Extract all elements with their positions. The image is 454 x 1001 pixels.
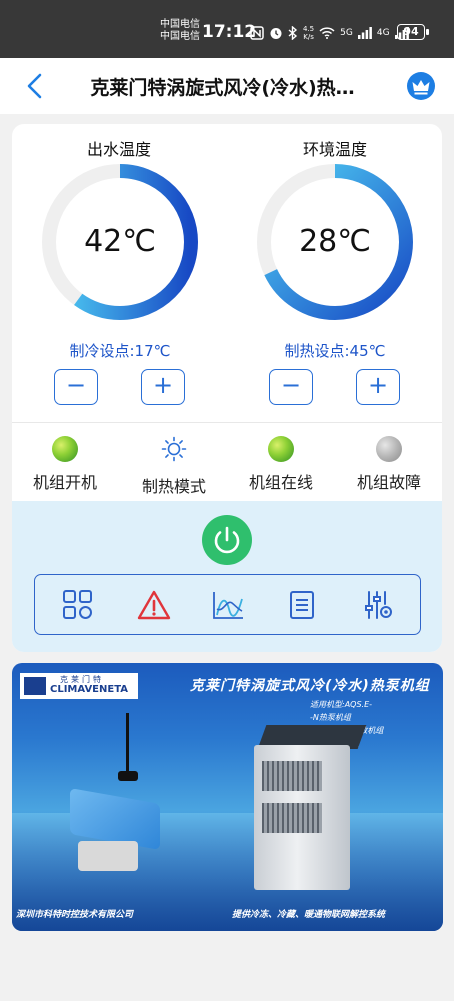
antenna-image bbox=[126, 713, 129, 775]
bluetooth-icon bbox=[288, 26, 298, 40]
antenna-base-image bbox=[118, 771, 138, 781]
back-chevron-left-icon[interactable] bbox=[24, 72, 46, 100]
banner-spec-line: 适用机型:AQS.E- bbox=[310, 700, 373, 709]
control-panel bbox=[12, 501, 442, 652]
power-icon bbox=[214, 526, 240, 554]
status-unit-online-label: 机组在线 bbox=[248, 473, 313, 492]
document-icon[interactable] bbox=[285, 589, 319, 621]
net-speed: 4.5 K/s bbox=[303, 25, 315, 41]
status-icons: 4.5 K/s 5G 4G bbox=[250, 22, 409, 44]
heat-pump-grille-image bbox=[262, 761, 322, 791]
heating-setpoint-minus-button[interactable]: − bbox=[269, 369, 313, 405]
grid-icon[interactable] bbox=[61, 589, 95, 621]
climaveneta-logo: 克莱门特 CLIMAVENETA bbox=[20, 673, 138, 699]
gateway-connector-image bbox=[78, 841, 138, 871]
status-unit-fault-label: 机组故障 bbox=[356, 473, 421, 492]
signal-1-label: 5G bbox=[340, 27, 353, 38]
nfc-icon bbox=[250, 26, 264, 40]
status-unit-online: 机组在线 bbox=[231, 432, 331, 493]
product-banner[interactable]: 克莱门特 CLIMAVENETA 克莱门特涡旋式风冷(冷水)热泵机组 适用机型:… bbox=[12, 663, 443, 931]
banner-spec-line: -N热泵机组 bbox=[310, 713, 351, 722]
heat-pump-grille-image bbox=[262, 803, 322, 833]
logo-mark-icon bbox=[24, 677, 46, 695]
settings-sliders-icon[interactable] bbox=[361, 589, 395, 621]
crown-icon bbox=[412, 80, 430, 95]
status-heating-mode-label: 制热模式 bbox=[141, 477, 206, 496]
cooling-setpoint-minus-button[interactable]: − bbox=[54, 369, 98, 405]
cooling-setpoint: 制冷设点:17℃ bbox=[69, 342, 171, 360]
status-unit-on: 机组开机 bbox=[15, 432, 115, 493]
gray-lamp-icon bbox=[376, 436, 402, 462]
heating-setpoint-plus-button[interactable]: + bbox=[356, 369, 400, 405]
device-card: 出水温度 42℃ 制冷设点:17℃ − + 环境温度 28℃ 制热设点:45℃ … bbox=[12, 124, 442, 652]
sun-icon bbox=[161, 436, 187, 462]
carrier-1: 中国电信 bbox=[160, 19, 200, 30]
carrier-2: 中国电信 bbox=[160, 31, 200, 42]
outlet-temp-value: 42℃ bbox=[84, 224, 156, 259]
clock: 17:12 bbox=[202, 22, 257, 42]
status-heating-mode: 制热模式 bbox=[124, 432, 224, 497]
status-bar: 中国电信 中国电信 17:12 4.5 K/s 5G 4G 94 bbox=[0, 0, 454, 58]
power-button[interactable] bbox=[202, 515, 252, 565]
vip-crown-button[interactable] bbox=[407, 72, 435, 100]
logo-en-text: CLIMAVENETA bbox=[50, 684, 128, 695]
banner-company-left: 深圳市科特时控技术有限公司 bbox=[16, 910, 134, 920]
function-toolbar bbox=[34, 574, 421, 635]
warning-icon[interactable] bbox=[137, 589, 171, 621]
status-unit-on-label: 机组开机 bbox=[32, 473, 97, 492]
ambient-temp-title: 环境温度 bbox=[302, 140, 367, 159]
banner-title: 克莱门特涡旋式风冷(冷水)热泵机组 bbox=[190, 678, 430, 694]
green-lamp-icon bbox=[268, 436, 294, 462]
wifi-icon bbox=[319, 27, 335, 39]
green-lamp-icon bbox=[52, 436, 78, 462]
outlet-temp-title: 出水温度 bbox=[86, 140, 151, 159]
carrier-labels: 中国电信 中国电信 bbox=[160, 19, 200, 43]
app-header: 克莱门特涡旋式风冷(冷水)热… bbox=[0, 58, 454, 114]
banner-company-right: 提供冷冻、冷藏、暖通物联网解控系统 bbox=[232, 910, 386, 920]
heating-setpoint: 制热设点:45℃ bbox=[284, 342, 386, 360]
divider bbox=[12, 422, 442, 423]
chart-icon[interactable] bbox=[211, 589, 245, 621]
alarm-icon bbox=[270, 28, 282, 39]
status-unit-fault: 机组故障 bbox=[339, 432, 439, 493]
ambient-temp-value: 28℃ bbox=[299, 224, 371, 259]
page-title: 克莱门特涡旋式风冷(冷水)热… bbox=[90, 77, 355, 99]
signal-1-icon bbox=[357, 27, 372, 39]
battery-icon: 94 bbox=[397, 24, 429, 40]
cooling-setpoint-plus-button[interactable]: + bbox=[141, 369, 185, 405]
signal-2-label: 4G bbox=[376, 27, 390, 38]
